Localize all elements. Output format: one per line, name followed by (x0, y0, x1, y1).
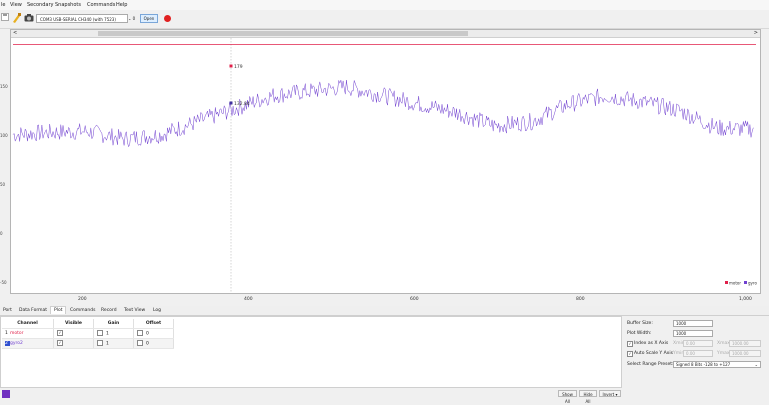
legend-label-gyro: gyro (748, 281, 757, 286)
x-tick-label: 200 (78, 297, 87, 302)
tab-record[interactable]: Record (98, 307, 120, 314)
channel-name[interactable]: gyro2 (10, 341, 23, 346)
buffer-size-label: Buffer Size: (627, 321, 653, 326)
show-all-button[interactable]: Show All (558, 390, 577, 404)
menu-bar: le View Secondary Snapshots Commands Hel… (0, 0, 769, 10)
offset-checkbox[interactable] (137, 330, 143, 337)
channels-table: Channel Visible Gain Offset 1 motor 1 0 2… (2, 319, 174, 349)
range-preset-value: Signed 8 Bits -128 to +127 (676, 362, 731, 367)
autoscale-label: Auto Scale Y Axis (634, 351, 673, 356)
y-tick-label: -50 (0, 280, 7, 285)
menu-secondary[interactable]: Secondary (27, 2, 53, 8)
col-header-visible: Visible (53, 319, 94, 329)
visible-checkbox[interactable] (57, 340, 63, 347)
clear-icon[interactable] (12, 13, 22, 23)
offset-value[interactable]: 0 (146, 342, 149, 347)
menu-view[interactable]: View (10, 2, 22, 8)
ymin-input[interactable]: 0.00 (683, 350, 713, 357)
invert-label: Invert (602, 392, 615, 397)
channel-color-swatch[interactable] (2, 390, 10, 398)
plot-width-label: Plot Width: (627, 331, 652, 336)
x-tick-label: 600 (410, 297, 419, 302)
scrollbar-thumb[interactable] (98, 31, 468, 36)
chevron-down-icon: ▾ (615, 392, 618, 397)
series-line-gyro (12, 80, 754, 148)
scroll-left-arrow[interactable]: < (13, 30, 17, 36)
tab-bar: Port Data Format Plot Commands Record Te… (0, 306, 769, 316)
tab-text-view[interactable]: Text View (121, 307, 148, 314)
xmax-input[interactable]: 1000.00 (729, 340, 761, 347)
xmin-input[interactable]: 0.00 (683, 340, 713, 347)
legend-swatch-gyro (744, 281, 747, 284)
x-tick-label: 1,000 (739, 297, 752, 302)
toolbar: COM3 USB-SERIAL CH340 (with 7523) ⌄ 0 Op… (0, 10, 769, 29)
chevron-down-icon: ⌄ (754, 362, 758, 367)
y-tick-label: 150 (0, 84, 8, 89)
table-row[interactable]: 1motor 1 0 (2, 328, 174, 339)
ymax-input[interactable]: 1000.00 (729, 350, 761, 357)
buffer-size-input[interactable]: 1000 (673, 320, 713, 327)
marker-gyro (229, 101, 233, 105)
plot-settings-panel: Buffer Size: 1000 Plot Width: 1000 Index… (625, 316, 765, 388)
open-button[interactable]: Open (140, 14, 158, 23)
plot-width-input[interactable]: 1000 (673, 330, 713, 337)
tab-port[interactable]: Port (0, 307, 15, 314)
x-tick-label: 800 (576, 297, 585, 302)
gain-checkbox[interactable] (97, 340, 103, 347)
baud-value: 0 (132, 16, 136, 21)
offset-checkbox[interactable] (137, 340, 143, 347)
save-icon[interactable] (1, 13, 11, 23)
invert-button[interactable]: Invert ▾ (599, 390, 621, 397)
channels-panel: Channel Visible Gain Offset 1 motor 1 0 2… (0, 316, 622, 388)
autoscale-checkbox[interactable] (627, 351, 633, 357)
gain-checkbox[interactable] (97, 330, 103, 337)
gain-value[interactable]: 1 (106, 342, 109, 347)
menu-commands[interactable]: Commands (87, 2, 115, 8)
col-header-channel: Channel (2, 319, 54, 329)
plot-canvas[interactable]: 179 132.84 motor gyro (11, 38, 760, 293)
y-tick-label: 100 (0, 133, 8, 138)
record-icon[interactable] (164, 15, 171, 22)
snapshot-icon[interactable] (24, 13, 34, 23)
chevron-down-icon: ⌄ (128, 16, 132, 21)
legend-label-motor: motor (729, 281, 741, 286)
index-x-label: Index as X Axis (634, 341, 669, 346)
port-select[interactable]: COM3 USB-SERIAL CH340 (with 7523) (36, 14, 128, 23)
tab-data-format[interactable]: Data Format (16, 307, 50, 314)
x-tick-label: 400 (244, 297, 253, 302)
gain-value[interactable]: 1 (106, 332, 109, 337)
xmax-label: Xmax (717, 341, 730, 346)
y-tick-label: 0 (0, 231, 3, 236)
menu-file[interactable]: le (1, 2, 5, 8)
offset-value[interactable]: 0 (146, 332, 149, 337)
hide-all-button[interactable]: Hide All (579, 390, 597, 404)
col-header-gain: Gain (93, 319, 134, 329)
menu-help[interactable]: Help (116, 2, 127, 8)
legend-swatch-motor (725, 281, 728, 284)
range-preset-select[interactable]: Signed 8 Bits -128 to +127 ⌄ (673, 361, 761, 368)
channel-name[interactable]: motor (10, 331, 24, 336)
marker-motor (229, 64, 233, 68)
visible-checkbox[interactable] (57, 330, 63, 337)
table-row[interactable]: 2gyro2 1 0 (2, 338, 174, 349)
tab-commands[interactable]: Commands (67, 307, 98, 314)
scroll-right-arrow[interactable]: > (754, 30, 758, 36)
index-x-checkbox[interactable] (627, 341, 633, 347)
tab-log[interactable]: Log (150, 307, 164, 314)
baud-select[interactable]: ⌄ 0 (128, 14, 136, 23)
range-preset-label: Select Range Preset: (627, 362, 674, 367)
col-header-offset: Offset (133, 319, 174, 329)
menu-snapshots[interactable]: Snapshots (55, 2, 81, 8)
marker-motor-label: 179 (234, 64, 243, 70)
y-tick-label: 50 (0, 182, 6, 187)
tab-plot[interactable]: Plot (50, 306, 67, 314)
marker-gyro-label: 132.84 (234, 101, 250, 107)
ymax-label: Ymax (717, 351, 730, 356)
series-group (12, 44, 756, 148)
